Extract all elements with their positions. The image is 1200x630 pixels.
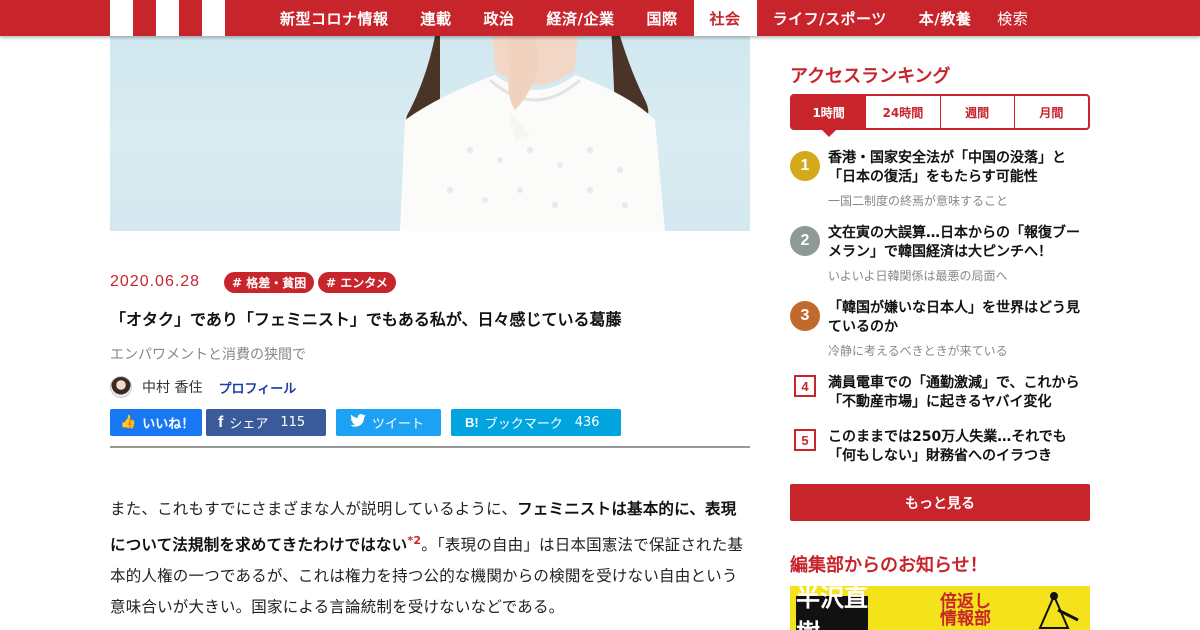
article-title: 「オタク」であり「フェミニスト」でもある私が、日々感じている葛藤 (110, 310, 622, 329)
ranking-item-title[interactable]: 香港・国家安全法が「中国の没落」と「日本の復活」をもたらす可能性 (828, 149, 1093, 187)
top-nav-bar: 新型コロナ情報 連載 政治 経済/企業 国際 社会 ライフ/スポーツ 本/教養 … (0, 0, 1200, 36)
more-ranking-button[interactable]: もっと見る (790, 484, 1090, 521)
tab-weekly[interactable]: 週間 (941, 96, 1015, 128)
ranking-tabs: 1時間 24時間 週間 月間 (790, 94, 1090, 137)
ranking-item-title[interactable]: 「韓国が嫌いな日本人」を世界はどう見ているのか (828, 299, 1093, 337)
article-subtitle: エンパワメントと消費の狭間で (110, 347, 306, 363)
promo-banner[interactable]: 半沢直樹 倍返し 情報部 (790, 586, 1090, 630)
ranking-item-subtitle: いよいよ日韓関係は最悪の局面へ (828, 269, 1008, 283)
rank-badge: 5 (794, 429, 816, 451)
author-avatar (110, 376, 132, 398)
site-logo[interactable] (110, 0, 248, 36)
divider (110, 446, 750, 448)
twitter-bird-icon (350, 414, 366, 431)
notice-heading: 編集部からのお知らせ！ (790, 555, 988, 576)
hatena-bookmark-label: ブックマーク (484, 417, 563, 432)
ranking-item-subtitle: 一国二制度の終焉が意味すること (828, 194, 1009, 208)
nav-item-politics[interactable]: 政治 (468, 0, 531, 36)
author-block: 中村 香住 プロフィール (110, 376, 296, 398)
tag-inequality[interactable]: # 格差・貧困 (224, 272, 315, 293)
nav-item-international[interactable]: 国際 (631, 0, 694, 36)
like-label: いいね！ (142, 417, 195, 432)
article-body-paragraph: また、これもすでにさまざまな人が説明しているように、フェミニストは基本的に、表現… (110, 494, 752, 623)
ranking-item-title[interactable]: このままでは250万人失業…それでも「何もしない」財務省へのイラつき (828, 428, 1093, 466)
tweet-label: ツイート (372, 417, 425, 432)
nav-item-books[interactable]: 本/教養 (903, 0, 987, 36)
tab-monthly[interactable]: 月間 (1015, 96, 1088, 128)
tag-entertainment[interactable]: # エンタメ (318, 272, 396, 293)
banner-sub-line-2: 情報部 (940, 609, 991, 629)
hatena-bookmark-button[interactable]: B! ブックマーク 436 (451, 409, 621, 436)
rank-badge: 4 (794, 375, 816, 397)
nav-item-economy[interactable]: 経済/企業 (531, 0, 631, 36)
ranking-item[interactable]: 2 文在寅の大誤算…日本からの「報復ブーメラン」で韓国経済は大ピンチへ！ いよい… (790, 224, 1090, 286)
banner-main-text: 半沢直樹 (796, 586, 868, 630)
ranking-item-title[interactable]: 文在寅の大誤算…日本からの「報復ブーメラン」で韓国経済は大ピンチへ！ (828, 224, 1093, 262)
nav-search-link[interactable]: 検索 (987, 0, 1044, 36)
ranking-item[interactable]: 1 香港・国家安全法が「中国の没落」と「日本の復活」をもたらす可能性 一国二制度… (790, 149, 1090, 211)
tweet-button[interactable]: ツイート (336, 409, 441, 436)
tab-24hours[interactable]: 24時間 (866, 96, 941, 128)
tab-1hour[interactable]: 1時間 (792, 96, 867, 137)
nav-item-society[interactable]: 社会 (693, 0, 757, 36)
hatena-bookmark-count: 436 (574, 415, 600, 430)
ranking-item[interactable]: 4 満員電車での「通勤激減」で、これから「不動産市場」に起きるヤバイ変化 (790, 374, 1090, 414)
facebook-share-count: 115 (280, 415, 306, 430)
banner-illustration (1038, 592, 1079, 629)
rank-badge: 1 (790, 151, 820, 181)
ranking-item-subtitle: 冷静に考えるべきときが来ている (828, 344, 1008, 358)
thumbs-up-icon: 👍 (120, 415, 137, 430)
like-button[interactable]: 👍 いいね！ (110, 409, 202, 436)
author-name: 中村 香住 (142, 380, 203, 396)
nav-item-corona[interactable]: 新型コロナ情報 (264, 0, 405, 36)
facebook-share-label: シェア (229, 417, 269, 432)
facebook-icon: f (218, 413, 224, 431)
banner-sub-text: 倍返し 情報部 (940, 594, 991, 628)
ranking-item-title[interactable]: 満員電車での「通勤激減」で、これから「不動産市場」に起きるヤバイ変化 (828, 374, 1093, 412)
rank-badge: 3 (790, 301, 820, 331)
ranking-item[interactable]: 5 このままでは250万人失業…それでも「何もしない」財務省へのイラつき (790, 428, 1090, 468)
profile-link[interactable]: プロフィール (218, 378, 296, 397)
hatena-bookmark-icon: B! (465, 415, 479, 430)
article-date: 2020.06.28 (110, 273, 201, 290)
ranking-heading: アクセスランキング (790, 66, 951, 87)
facebook-share-button[interactable]: f シェア 115 (206, 409, 326, 436)
footnote-link[interactable]: *2 (407, 534, 421, 547)
nav-item-series[interactable]: 連載 (405, 0, 468, 36)
nav-item-life-sports[interactable]: ライフ/スポーツ (757, 0, 903, 36)
rank-badge: 2 (790, 226, 820, 256)
ranking-item[interactable]: 3 「韓国が嫌いな日本人」を世界はどう見ているのか 冷静に考えるべきときが来てい… (790, 299, 1090, 361)
main-nav: 新型コロナ情報 連載 政治 経済/企業 国際 社会 ライフ/スポーツ 本/教養 … (264, 0, 1044, 36)
body-text-start: また、これもすでにさまざまな人が説明しているように、 (110, 500, 518, 518)
